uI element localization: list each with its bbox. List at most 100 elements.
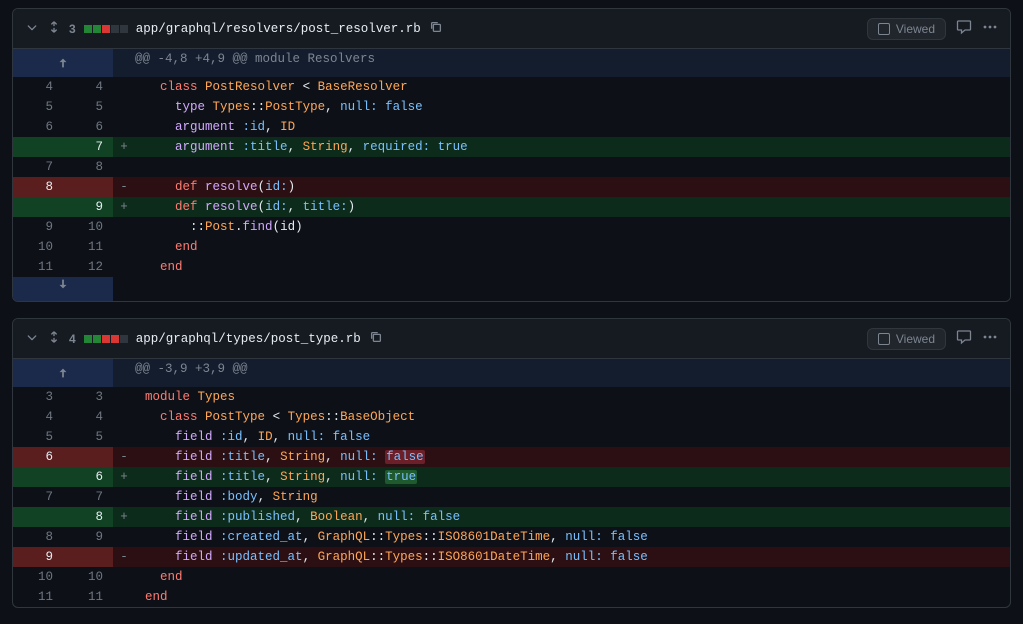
- diff-line[interactable]: 6 + field :title, String, null: true: [13, 467, 1010, 487]
- new-line-number[interactable]: 11: [63, 237, 113, 257]
- code-content: def resolve(id:, title:): [135, 197, 1010, 217]
- new-line-number[interactable]: [63, 447, 113, 467]
- diff-line[interactable]: 10 11 end: [13, 237, 1010, 257]
- new-line-number[interactable]: 5: [63, 97, 113, 117]
- diff-marker: [113, 97, 135, 117]
- diff-line[interactable]: 6 - field :title, String, null: false: [13, 447, 1010, 467]
- viewed-toggle[interactable]: Viewed: [867, 18, 946, 40]
- old-line-number[interactable]: 8: [13, 527, 63, 547]
- old-line-number[interactable]: 11: [13, 587, 63, 607]
- code-content: module Types: [135, 387, 1010, 407]
- old-line-number[interactable]: 4: [13, 77, 63, 97]
- diff-line[interactable]: 9 - field :updated_at, GraphQL::Types::I…: [13, 547, 1010, 567]
- old-line-number[interactable]: 7: [13, 487, 63, 507]
- diff-line[interactable]: 6 6 argument :id, ID: [13, 117, 1010, 137]
- old-line-number[interactable]: [13, 507, 63, 527]
- new-line-number[interactable]: 8: [63, 507, 113, 527]
- old-line-number[interactable]: 11: [13, 257, 63, 277]
- old-line-number[interactable]: 6: [13, 447, 63, 467]
- diff-line[interactable]: 9 10 ::Post.find(id): [13, 217, 1010, 237]
- diff-line[interactable]: 4 4 class PostResolver < BaseResolver: [13, 77, 1010, 97]
- new-line-number[interactable]: [63, 177, 113, 197]
- diff-line[interactable]: 7 + argument :title, String, required: t…: [13, 137, 1010, 157]
- viewed-toggle[interactable]: Viewed: [867, 328, 946, 350]
- new-line-number[interactable]: 10: [63, 217, 113, 237]
- diffstat-box: [93, 25, 101, 33]
- new-line-number[interactable]: 3: [63, 387, 113, 407]
- diff-line[interactable]: 11 11 end: [13, 587, 1010, 607]
- diff-line[interactable]: 5 5 field :id, ID, null: false: [13, 427, 1010, 447]
- old-line-number[interactable]: 5: [13, 427, 63, 447]
- diff-line[interactable]: 3 3 module Types: [13, 387, 1010, 407]
- diff-line[interactable]: 8 + field :published, Boolean, null: fal…: [13, 507, 1010, 527]
- expand-all-icon[interactable]: [47, 330, 61, 347]
- comment-icon[interactable]: [956, 329, 972, 348]
- code-content: ::Post.find(id): [135, 217, 1010, 237]
- old-line-number[interactable]: 4: [13, 407, 63, 427]
- old-line-number[interactable]: 8: [13, 177, 63, 197]
- new-line-number[interactable]: 6: [63, 117, 113, 137]
- old-line-number[interactable]: 10: [13, 237, 63, 257]
- file-path[interactable]: app/graphql/types/post_type.rb: [136, 332, 361, 346]
- new-line-number[interactable]: 9: [63, 197, 113, 217]
- collapse-toggle-icon[interactable]: [25, 20, 39, 37]
- file-path[interactable]: app/graphql/resolvers/post_resolver.rb: [136, 22, 421, 36]
- diff-line[interactable]: 8 - def resolve(id:): [13, 177, 1010, 197]
- diff-line[interactable]: 4 4 class PostType < Types::BaseObject: [13, 407, 1010, 427]
- expand-up-button[interactable]: [13, 49, 113, 77]
- old-line-number[interactable]: 9: [13, 217, 63, 237]
- diff-marker: +: [113, 197, 135, 217]
- diff-marker: -: [113, 177, 135, 197]
- diffstat-box: [102, 25, 110, 33]
- code-content: field :body, String: [135, 487, 1010, 507]
- diff-marker: [113, 217, 135, 237]
- diff-line[interactable]: 5 5 type Types::PostType, null: false: [13, 97, 1010, 117]
- expand-up-button[interactable]: [13, 359, 113, 387]
- hunk-header-text: @@ -3,9 +3,9 @@: [113, 359, 1010, 387]
- old-line-number[interactable]: 10: [13, 567, 63, 587]
- diffstat-box: [93, 335, 101, 343]
- new-line-number[interactable]: 12: [63, 257, 113, 277]
- new-line-number[interactable]: 6: [63, 467, 113, 487]
- expand-down-button[interactable]: [13, 277, 113, 301]
- old-line-number[interactable]: 9: [13, 547, 63, 567]
- copy-path-icon[interactable]: [369, 330, 383, 347]
- diff-marker: [113, 157, 135, 177]
- new-line-number[interactable]: 9: [63, 527, 113, 547]
- new-line-number[interactable]: 4: [63, 77, 113, 97]
- comment-icon[interactable]: [956, 19, 972, 38]
- new-line-number[interactable]: 11: [63, 587, 113, 607]
- new-line-number[interactable]: 7: [63, 487, 113, 507]
- diffstat-box: [111, 25, 119, 33]
- diff-line[interactable]: 11 12 end: [13, 257, 1010, 277]
- copy-path-icon[interactable]: [429, 20, 443, 37]
- new-line-number[interactable]: 10: [63, 567, 113, 587]
- new-line-number[interactable]: 7: [63, 137, 113, 157]
- code-content: def resolve(id:): [135, 177, 1010, 197]
- collapse-toggle-icon[interactable]: [25, 330, 39, 347]
- code-content: end: [135, 257, 1010, 277]
- checkbox-icon: [878, 23, 890, 35]
- old-line-number[interactable]: 3: [13, 387, 63, 407]
- new-line-number[interactable]: 5: [63, 427, 113, 447]
- old-line-number[interactable]: [13, 467, 63, 487]
- expand-all-icon[interactable]: [47, 20, 61, 37]
- diff-line[interactable]: 9 + def resolve(id:, title:): [13, 197, 1010, 217]
- old-line-number[interactable]: [13, 137, 63, 157]
- new-line-number[interactable]: [63, 547, 113, 567]
- new-line-number[interactable]: 8: [63, 157, 113, 177]
- old-line-number[interactable]: 5: [13, 97, 63, 117]
- diff-line[interactable]: 8 9 field :created_at, GraphQL::Types::I…: [13, 527, 1010, 547]
- code-content: field :title, String, null: true: [135, 467, 1010, 487]
- kebab-menu-icon[interactable]: [982, 19, 998, 38]
- diff-line[interactable]: 10 10 end: [13, 567, 1010, 587]
- new-line-number[interactable]: 4: [63, 407, 113, 427]
- old-line-number[interactable]: 7: [13, 157, 63, 177]
- diff-line[interactable]: 7 8: [13, 157, 1010, 177]
- code-content: class PostResolver < BaseResolver: [135, 77, 1010, 97]
- old-line-number[interactable]: 6: [13, 117, 63, 137]
- old-line-number[interactable]: [13, 197, 63, 217]
- kebab-menu-icon[interactable]: [982, 329, 998, 348]
- diff-line[interactable]: 7 7 field :body, String: [13, 487, 1010, 507]
- diff-marker: +: [113, 137, 135, 157]
